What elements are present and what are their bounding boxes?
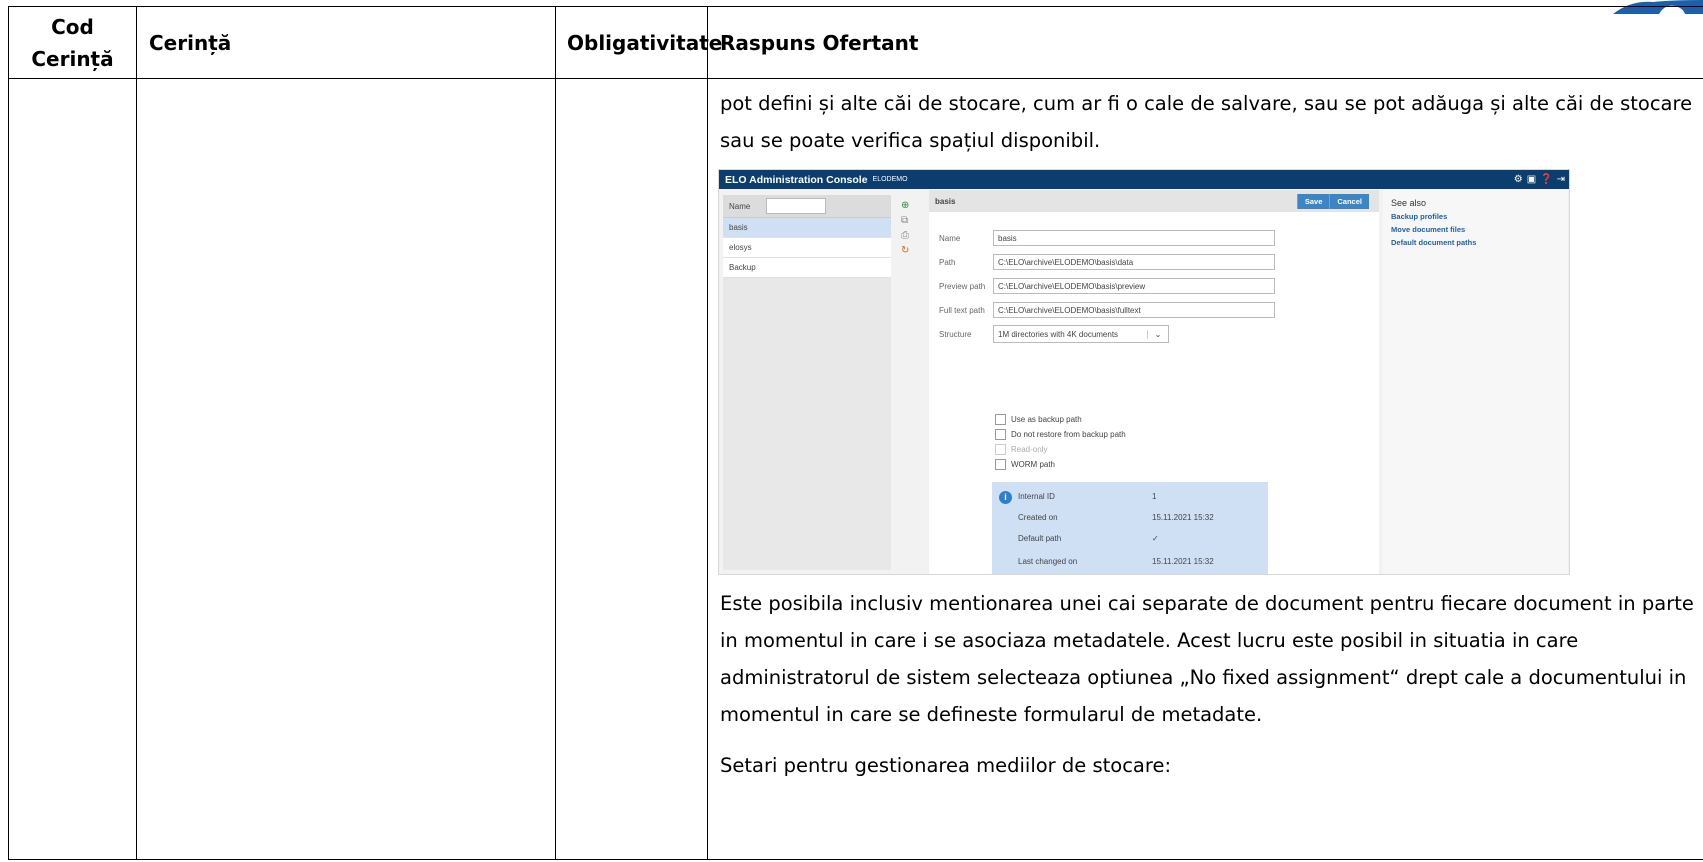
link-default-document-paths: Default document paths — [1391, 238, 1477, 247]
see-also-panel: See also Backup profiles Move document f… — [1383, 190, 1568, 574]
name-label: Name — [939, 233, 961, 243]
response-paragraph-1: pot defini și alte căi de stocare, cum a… — [720, 92, 1693, 152]
info-key: Internal ID — [1018, 492, 1055, 501]
form-title: basis — [935, 196, 956, 206]
info-row: Default path ✓ — [1018, 534, 1159, 543]
elo-path-list: Name basis elosys Backup — [723, 195, 891, 570]
info-panel: i Internal ID 1 Created on 15.11.2021 15:3… — [992, 482, 1268, 574]
list-header-label: Name — [729, 201, 751, 211]
cell-obligativitate — [555, 78, 708, 860]
checkbox-do-not-restore: Do not restore from backup path — [995, 427, 1126, 442]
cancel-button: Cancel — [1329, 193, 1369, 209]
list-filter-input — [766, 198, 827, 214]
cell-raspuns: pot defini și alte căi de stocare, cum a… — [707, 78, 1703, 860]
checkbox-label: Use as backup path — [1011, 415, 1082, 424]
structure-label: Structure — [939, 329, 972, 339]
window-icon: ▣ — [1526, 174, 1537, 185]
table-row: pot defini și alte căi de stocare, cum a… — [8, 78, 1703, 860]
checkbox-label: Do not restore from backup path — [1011, 430, 1126, 439]
response-paragraph-2: Este posibila inclusiv mentionarea unei … — [720, 592, 1694, 726]
checkbox-label: Read-only — [1011, 445, 1048, 454]
info-key: Last changed on — [1018, 557, 1078, 566]
info-row: Internal ID 1 — [1018, 492, 1156, 501]
checkbox-group: Use as backup path Do not restore from b… — [995, 412, 1126, 472]
fulltext-path-label: Full text path — [939, 305, 985, 315]
header-cerinta: Cerință — [136, 6, 556, 79]
copy-icon: ⧉ — [901, 215, 909, 226]
elo-form-panel: basis Save Cancel Name basis Path C:\ELO… — [929, 190, 1379, 574]
name-field: Name basis — [939, 230, 1275, 246]
preview-path-value: C:\ELO\archive\ELODEMO\basis\preview — [993, 278, 1275, 294]
fulltext-path-value: C:\ELO\archive\ELODEMO\basis\fulltext — [993, 302, 1275, 318]
header-cod-cerinta: Cod Cerință — [8, 6, 137, 79]
print-icon: ⎙ — [901, 230, 909, 241]
info-key: Created on — [1018, 513, 1058, 522]
checkbox-use-as-backup: Use as backup path — [995, 412, 1126, 427]
see-also-title: See also — [1391, 198, 1427, 208]
list-item: elosys — [723, 238, 891, 258]
cell-cerinta — [136, 78, 556, 860]
form-bar: basis Save Cancel — [929, 190, 1379, 212]
logout-icon: ⇥ — [1556, 174, 1565, 185]
list-item: basis — [723, 218, 891, 238]
list-item-label: Backup — [729, 263, 756, 272]
header-row: Cod Cerință Cerință Obligativitate Raspu… — [8, 6, 1703, 79]
add-icon: ⊕ — [901, 200, 910, 211]
info-icon: i — [999, 491, 1012, 504]
requirements-table: Cod Cerință Cerință Obligativitate Raspu… — [8, 6, 1703, 860]
list-item-label: basis — [729, 223, 748, 232]
gear-icon: ⚙ — [1513, 174, 1523, 185]
info-row: Last changed on 15.11.2021 15:32 — [1018, 557, 1214, 566]
link-backup-profiles: Backup profiles — [1391, 212, 1448, 221]
preview-path-field: Preview path C:\ELO\archive\ELODEMO\basi… — [939, 278, 1275, 294]
structure-value: 1M directories with 4K documents — [998, 329, 1119, 339]
checkbox-read-only: Read-only — [995, 442, 1126, 457]
elo-toolbar: ⊕ ⧉ ⎙ ↻ — [901, 200, 909, 256]
info-value: 15.11.2021 15:32 — [1152, 513, 1214, 522]
response-paragraph-3: Setari pentru gestionarea mediilor de st… — [720, 754, 1172, 777]
structure-select: 1M directories with 4K documents ⌄ — [993, 325, 1169, 343]
info-value: 1 — [1152, 492, 1157, 501]
info-value: 15.11.2021 15:32 — [1152, 557, 1214, 566]
chevron-down-icon: ⌄ — [1147, 329, 1168, 339]
info-key: Default path — [1018, 534, 1062, 543]
list-header: Name — [723, 195, 891, 218]
path-field: Path C:\ELO\archive\ELODEMO\basis\data — [939, 254, 1275, 270]
info-value: ✓ — [1152, 534, 1159, 543]
path-label: Path — [939, 257, 956, 267]
help-icon: ❓ — [1540, 174, 1553, 185]
name-value: basis — [993, 230, 1275, 246]
checkbox-label: WORM path — [1011, 460, 1056, 469]
elo-console-screenshot: ELO Administration Console ELODEMO ⚙ ▣ ❓… — [718, 169, 1570, 575]
elo-subtitle: ELODEMO — [872, 176, 908, 183]
fulltext-path-field: Full text path C:\ELO\archive\ELODEMO\ba… — [939, 302, 1275, 318]
list-item-label: elosys — [729, 243, 752, 252]
reload-icon: ↻ — [901, 245, 910, 256]
path-value: C:\ELO\archive\ELODEMO\basis\data — [993, 254, 1275, 270]
header-obligativitate: Obligativitate — [555, 6, 722, 79]
elo-titlebar: ELO Administration Console ELODEMO ⚙ ▣ ❓… — [719, 170, 1569, 189]
header-raspuns-ofertant: Raspuns Ofertant — [707, 6, 1703, 79]
cell-cod — [8, 78, 137, 860]
list-item: Backup — [723, 258, 891, 278]
preview-path-label: Preview path — [939, 281, 986, 291]
save-button: Save — [1296, 193, 1330, 209]
info-row: Created on 15.11.2021 15:32 — [1018, 513, 1214, 522]
link-move-document-files: Move document files — [1391, 225, 1466, 234]
elo-title: ELO Administration Console — [725, 173, 868, 186]
structure-field: Structure 1M directories with 4K documen… — [939, 325, 1169, 343]
checkbox-worm-path: WORM path — [995, 457, 1126, 472]
